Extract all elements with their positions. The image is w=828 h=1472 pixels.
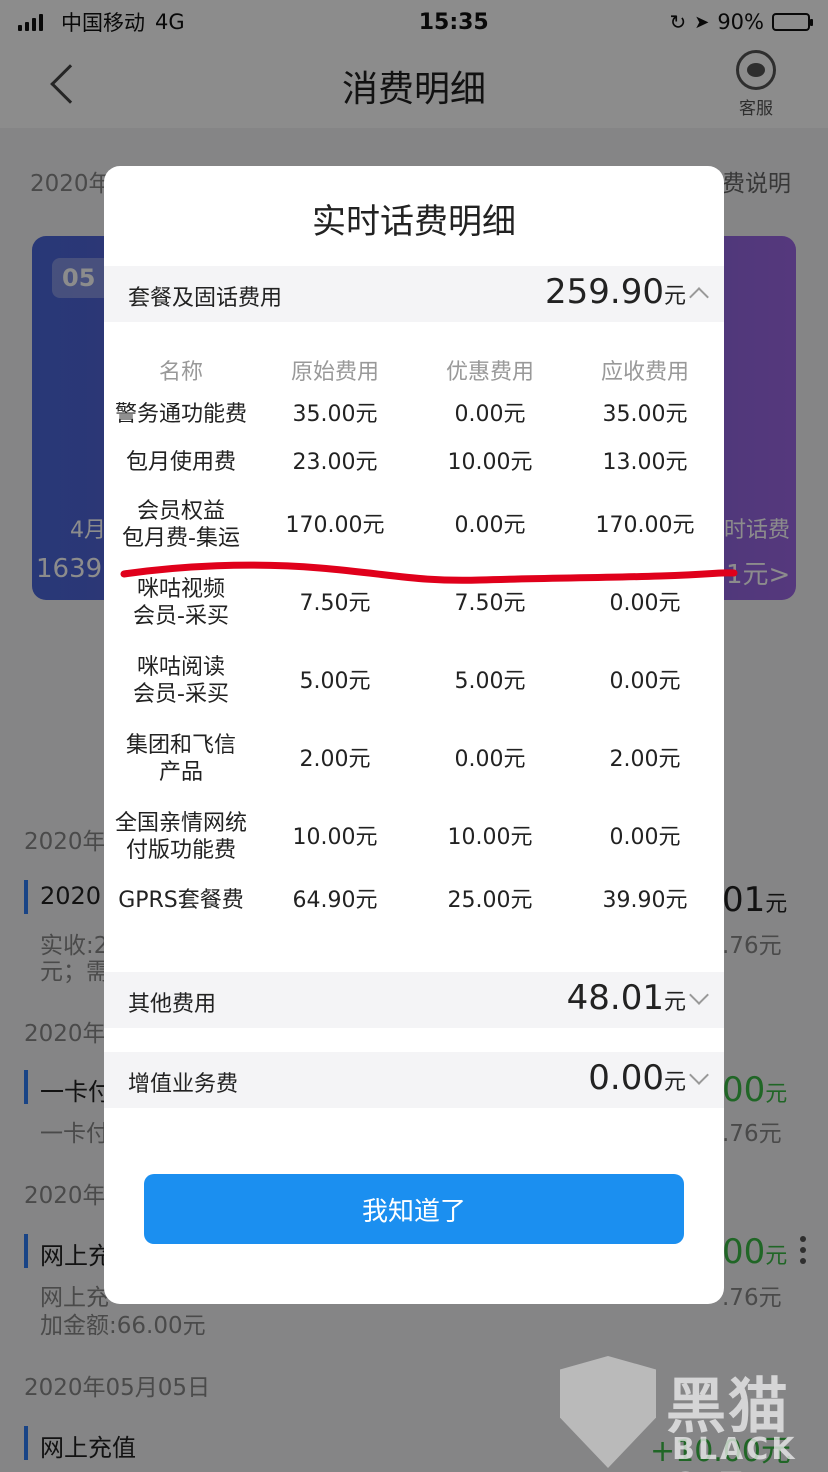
fee-due-cell: 170.00元 [595, 512, 695, 538]
other-fee-section[interactable]: 其他费用 48.01元 [104, 972, 724, 1028]
table-row: 咪咕阅读 会员-采买 5.00元 5.00元 0.00元 [104, 642, 724, 720]
fee-due-cell: 0.00元 [609, 824, 681, 850]
fee-discount-cell: 7.50元 [454, 590, 526, 616]
chevron-down-icon[interactable] [689, 985, 709, 1005]
fee-name-line: 咪咕阅读 [136, 655, 225, 680]
fee-name-cell: 全国亲情网统 付版功能费 [104, 810, 256, 864]
table-row: 集团和飞信 产品 2.00元 0.00元 2.00元 [104, 720, 724, 798]
fee-name-cell: 包月使用费 [104, 449, 256, 476]
vas-fee-unit: 元 [663, 1070, 686, 1095]
table-row: GPRS套餐费 64.90元 25.00元 39.90元 [104, 876, 724, 924]
fee-name-line: 集团和飞信 [125, 733, 236, 758]
fee-discount-cell: 0.00元 [454, 512, 526, 538]
fee-name-line: 咪咕视频 [136, 577, 225, 602]
vas-fee-section[interactable]: 增值业务费 0.00元 [104, 1052, 724, 1108]
watermark-en: BLACK CAT [672, 1432, 798, 1472]
package-fee-amount: 259.90元 [545, 272, 686, 312]
fee-name-cell: GPRS套餐费 [104, 887, 256, 914]
table-row: 包月使用费 23.00元 10.00元 13.00元 [104, 438, 724, 486]
vas-fee-label: 增值业务费 [128, 1072, 239, 1097]
dialog-title: 实时话费明细 [312, 202, 516, 242]
fee-due-cell: 13.00元 [602, 449, 688, 475]
fee-original-cell: 10.00元 [292, 824, 378, 850]
fee-name-line: 包月费-集运 [122, 526, 240, 551]
fee-name-line: 会员权益 [136, 499, 225, 524]
column-header-discount: 优惠费用 [445, 359, 534, 385]
fee-name-line: 包月使用费 [125, 449, 236, 475]
vas-fee-value: 0.00 [588, 1058, 664, 1098]
other-fee-amount: 48.01元 [567, 978, 686, 1018]
fee-name-line: 会员-采买 [133, 604, 229, 629]
fee-discount-cell: 10.00元 [447, 824, 533, 850]
chevron-up-icon[interactable] [689, 287, 709, 307]
chevron-down-icon[interactable] [689, 1065, 709, 1085]
fee-original-cell: 2.00元 [299, 746, 371, 772]
fee-name-cell: 会员权益 包月费-集运 [104, 498, 256, 552]
fee-discount-cell: 5.00元 [454, 668, 526, 694]
fee-original-cell: 23.00元 [292, 449, 378, 475]
table-row: 警务通功能费 35.00元 0.00元 35.00元 [104, 390, 724, 438]
table-row: 咪咕视频 会员-采买 7.50元 7.50元 0.00元 [104, 564, 724, 642]
other-fee-label: 其他费用 [128, 992, 217, 1017]
fee-name-line: 会员-采买 [133, 682, 229, 707]
fee-discount-cell: 10.00元 [447, 449, 533, 475]
table-header: 名称 原始费用 优惠费用 应收费用 [104, 354, 724, 390]
fee-discount-cell: 0.00元 [454, 746, 526, 772]
fee-original-cell: 170.00元 [285, 512, 385, 538]
fee-due-cell: 35.00元 [602, 401, 688, 427]
fee-name-line: 警务通功能费 [114, 401, 247, 427]
fee-due-cell: 39.90元 [602, 887, 688, 913]
fee-detail-dialog: 实时话费明细 套餐及固话费用 259.90元 名称 原始费用 优惠费用 应收费用… [104, 166, 724, 1304]
table-row: 全国亲情网统 付版功能费 10.00元 10.00元 0.00元 [104, 798, 724, 876]
fee-rows: 警务通功能费 35.00元 0.00元 35.00元包月使用费 23.00元 10.00元… [104, 390, 724, 924]
package-fee-unit: 元 [663, 284, 686, 309]
fee-due-cell: 2.00元 [609, 746, 681, 772]
fee-name-cell: 集团和飞信 产品 [104, 732, 256, 786]
fee-name-cell: 咪咕视频 会员-采买 [104, 576, 256, 630]
fee-name-cell: 警务通功能费 [104, 401, 256, 428]
column-header-due: 应收费用 [600, 359, 689, 385]
column-header-original: 原始费用 [290, 359, 379, 385]
confirm-button[interactable]: 我知道了 [144, 1174, 684, 1244]
fee-name-line: 付版功能费 [125, 838, 236, 863]
fee-due-cell: 0.00元 [609, 590, 681, 616]
other-fee-unit: 元 [663, 990, 686, 1015]
table-row: 会员权益 包月费-集运 170.00元 0.00元 170.00元 [104, 486, 724, 564]
fee-discount-cell: 25.00元 [447, 887, 533, 913]
other-fee-value: 48.01 [566, 978, 664, 1018]
fee-name-line: GPRS套餐费 [118, 887, 244, 913]
fee-original-cell: 35.00元 [292, 401, 378, 427]
fee-name-line: 全国亲情网统 [114, 811, 247, 836]
fee-name-line: 产品 [158, 760, 203, 785]
fee-due-cell: 0.00元 [609, 668, 681, 694]
fee-original-cell: 7.50元 [299, 590, 371, 616]
fee-table: 名称 原始费用 优惠费用 应收费用 警务通功能费 35.00元 0.00元 35.00… [104, 354, 724, 924]
package-fee-label: 套餐及固话费用 [128, 286, 283, 311]
fee-name-cell: 咪咕阅读 会员-采买 [104, 654, 256, 708]
package-fee-section[interactable]: 套餐及固话费用 259.90元 [104, 266, 724, 322]
fee-discount-cell: 0.00元 [454, 401, 526, 427]
fee-original-cell: 5.00元 [299, 668, 371, 694]
fee-original-cell: 64.90元 [292, 887, 378, 913]
package-fee-value: 259.90 [545, 272, 664, 312]
column-header-name: 名称 [158, 359, 203, 385]
vas-fee-amount: 0.00元 [588, 1058, 686, 1098]
black-cat-watermark: 黑猫 BLACK CAT [556, 1356, 828, 1472]
cat-logo-icon [560, 1356, 656, 1468]
